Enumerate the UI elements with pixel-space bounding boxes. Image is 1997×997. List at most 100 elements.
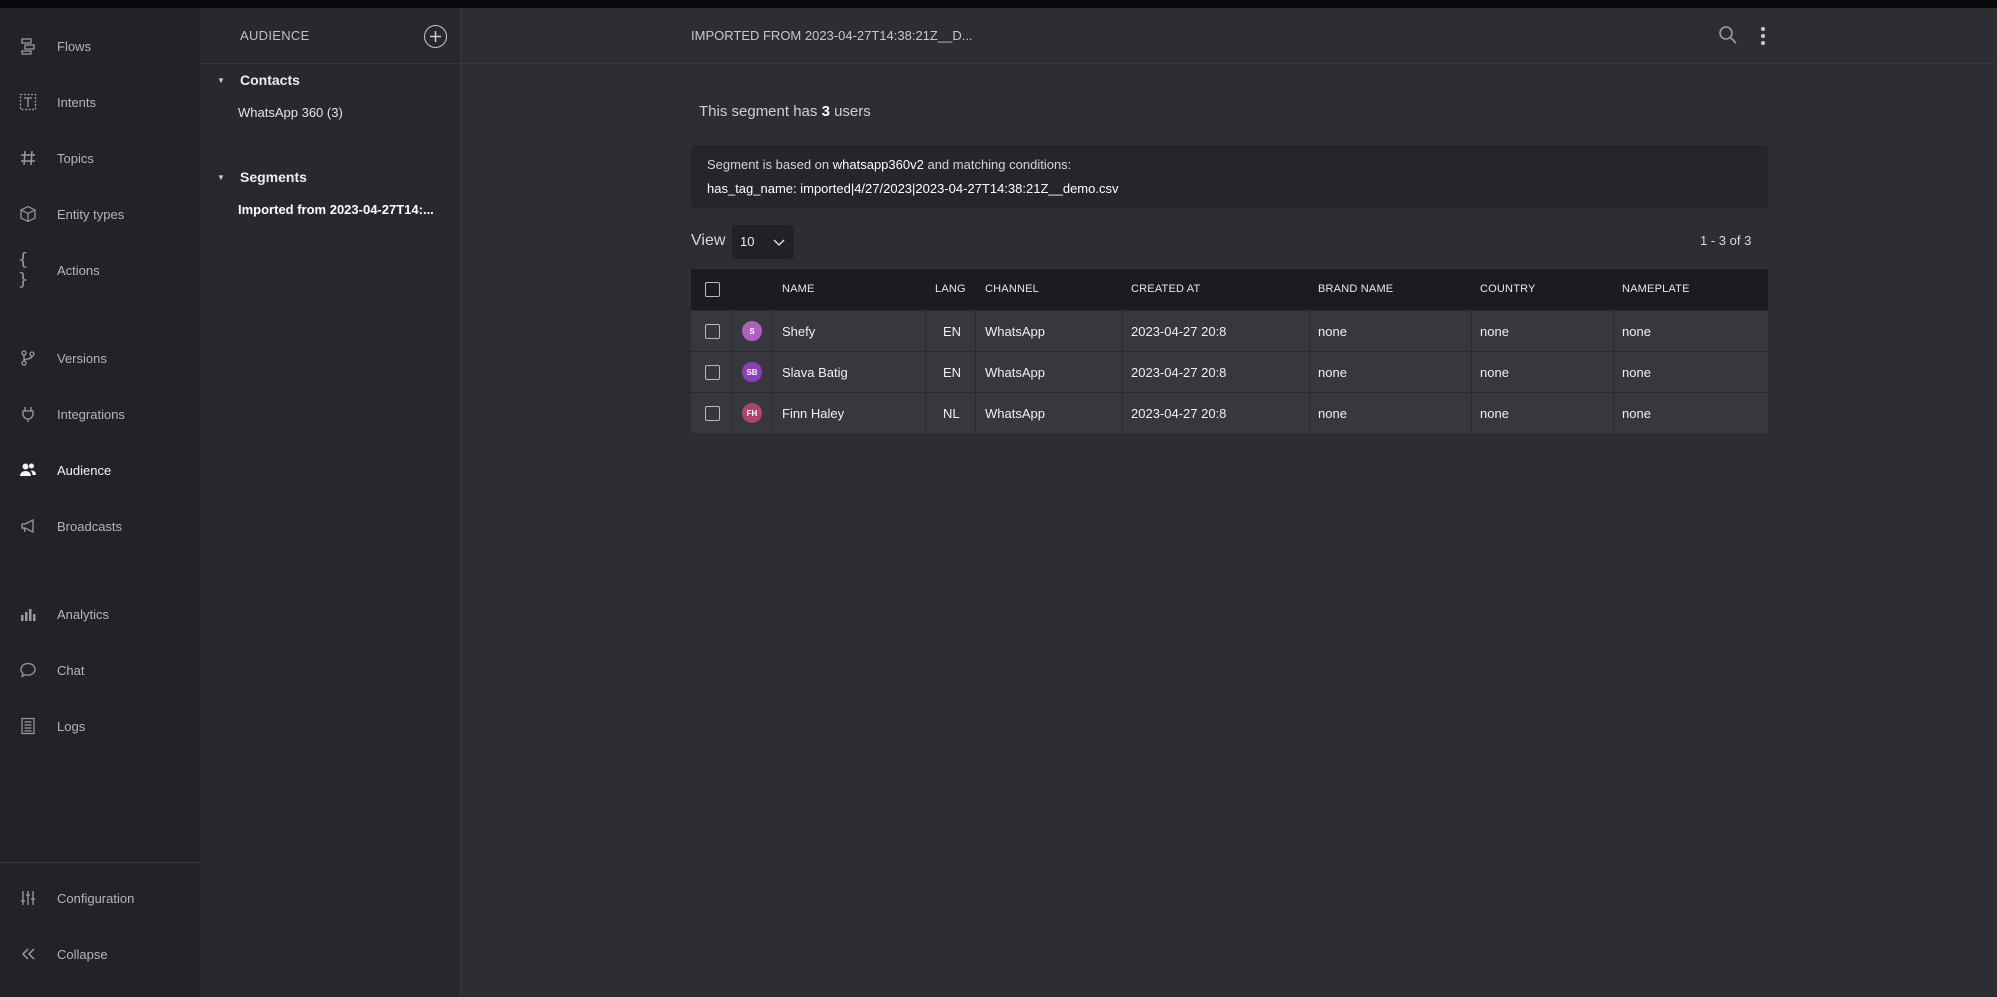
sidebar-item-label: Configuration (57, 890, 135, 906)
cell-created-at: 2023-04-27 20:8 (1131, 323, 1227, 339)
sidebar-item-label: Versions (57, 350, 107, 366)
sidebar-collapse-button[interactable]: Collapse (0, 934, 200, 974)
sidebar-item-label: Chat (57, 662, 85, 678)
braces-icon: { } (18, 250, 29, 290)
column-header-country[interactable]: COUNTRY (1480, 283, 1536, 295)
row-checkbox-cell (705, 352, 720, 392)
cell-channel: WhatsApp (985, 405, 1045, 421)
cell-divider (1122, 352, 1123, 392)
text-t-icon (18, 92, 38, 112)
sidebar-item-label: Topics (57, 150, 94, 166)
page-size-select[interactable]: 10 (732, 225, 794, 259)
column-header-nameplate[interactable]: NAMEPLATE (1622, 283, 1690, 295)
sidebar-item-label: Logs (57, 718, 86, 734)
sidebar-item-intents[interactable]: Intents (0, 82, 200, 122)
row-checkbox[interactable] (705, 405, 720, 421)
chevron-down-icon (773, 239, 785, 247)
log-list-icon (18, 716, 38, 736)
segments-caret-icon[interactable]: ▼ (217, 173, 225, 182)
panel-title: AUDIENCE (240, 28, 310, 43)
cell-divider (732, 352, 733, 392)
sidebar-item-configuration[interactable]: Configuration (0, 878, 200, 918)
contacts-group-title[interactable]: Contacts (240, 72, 300, 88)
cell-lang: NL (943, 405, 960, 421)
sidebar-item-flows[interactable]: Flows (0, 26, 200, 66)
sidebar-item-versions[interactable]: Versions (0, 338, 200, 378)
add-segment-button[interactable] (424, 25, 447, 48)
view-label: View (691, 232, 726, 249)
more-options-button[interactable] (1755, 25, 1771, 47)
contacts-item-whatsapp[interactable]: WhatsApp 360 (3) (238, 105, 343, 120)
cell-lang: EN (943, 364, 962, 380)
megaphone-icon (18, 516, 38, 536)
more-dot (1761, 41, 1765, 45)
cell-divider (1309, 311, 1310, 351)
sidebar-item-audience[interactable]: Audience (0, 450, 200, 490)
row-checkbox[interactable] (705, 323, 720, 339)
cell-divider (772, 393, 773, 433)
cell-divider (772, 311, 773, 351)
cell-brand-name: none (1318, 323, 1347, 339)
sidebar-item-topics[interactable]: Topics (0, 138, 200, 178)
select-all-checkbox[interactable] (705, 281, 720, 297)
avatar: S (742, 321, 762, 341)
cell-divider (1309, 393, 1310, 433)
sidebar-item-analytics[interactable]: Analytics (0, 594, 200, 634)
plus-icon (430, 31, 441, 42)
sidebar-item-label: Entity types (57, 206, 125, 222)
sidebar-divider (0, 862, 200, 863)
bar-chart-icon (18, 604, 38, 624)
table-header: NAME LANG CHANNEL CREATED AT BRAND NAME … (691, 269, 1768, 310)
sidebar-item-integrations[interactable]: Integrations (0, 394, 200, 434)
cell-divider (975, 352, 976, 392)
cell-divider (925, 393, 926, 433)
sidebar-item-label: Audience (57, 462, 112, 478)
plug-icon (18, 404, 38, 424)
sidebar-item-label: Flows (57, 38, 91, 54)
cell-divider (732, 311, 733, 351)
cell-created-at: 2023-04-27 20:8 (1131, 405, 1227, 421)
more-dot (1761, 34, 1765, 38)
column-header-lang[interactable]: LANG (935, 283, 966, 295)
column-header-created-at[interactable]: CREATED AT (1131, 283, 1200, 295)
cell-nameplate: none (1622, 405, 1651, 421)
flows-icon (18, 36, 38, 56)
condition-rule: has_tag_name: imported|4/27/2023|2023-04… (707, 181, 1119, 196)
cell-divider (1309, 352, 1310, 392)
sidebar-item-logs[interactable]: Logs (0, 706, 200, 746)
pagination-info: 1 - 3 of 3 (1700, 233, 1752, 248)
select-all-checkbox-cell (705, 269, 720, 309)
sidebar-item-entity-types[interactable]: Entity types (0, 194, 200, 234)
page-size-value: 10 (740, 234, 755, 249)
table-row[interactable]: FH Finn Haley NL WhatsApp 2023-04-27 20:… (691, 392, 1768, 433)
sidebar-item-label: Integrations (57, 406, 125, 422)
table-row[interactable]: SB Slava Batig EN WhatsApp 2023-04-27 20… (691, 351, 1768, 392)
sidebar-item-broadcasts[interactable]: Broadcasts (0, 506, 200, 546)
table-row[interactable]: S Shefy EN WhatsApp 2023-04-27 20:8 none… (691, 310, 1768, 351)
cell-channel: WhatsApp (985, 323, 1045, 339)
row-checkbox[interactable] (705, 364, 720, 380)
cell-divider (1613, 311, 1614, 351)
search-button[interactable] (1718, 25, 1740, 47)
segments-group-title[interactable]: Segments (240, 169, 307, 185)
cell-name: Slava Batig (782, 364, 848, 380)
column-header-channel[interactable]: CHANNEL (985, 283, 1039, 295)
cell-divider (1122, 393, 1123, 433)
column-header-brand-name[interactable]: BRAND NAME (1318, 283, 1393, 295)
segment-item-imported[interactable]: Imported from 2023-04-27T14:... (238, 202, 434, 217)
column-header-name[interactable]: NAME (782, 283, 815, 295)
users-table: NAME LANG CHANNEL CREATED AT BRAND NAME … (691, 269, 1768, 433)
cell-brand-name: none (1318, 364, 1347, 380)
cell-country: none (1480, 405, 1509, 421)
cell-country: none (1480, 323, 1509, 339)
sidebar-item-chat[interactable]: Chat (0, 650, 200, 690)
sidebar-item-actions[interactable]: { } Actions (0, 250, 200, 290)
summary-suffix: users (834, 103, 871, 120)
sidebar-item-label: Broadcasts (57, 518, 123, 534)
condition-suffix: and matching conditions: (927, 157, 1072, 172)
contacts-caret-icon[interactable]: ▼ (217, 76, 225, 85)
cell-lang: EN (943, 323, 962, 339)
sliders-icon (18, 888, 38, 908)
cell-country: none (1480, 364, 1509, 380)
avatar-cell: S (742, 311, 762, 351)
